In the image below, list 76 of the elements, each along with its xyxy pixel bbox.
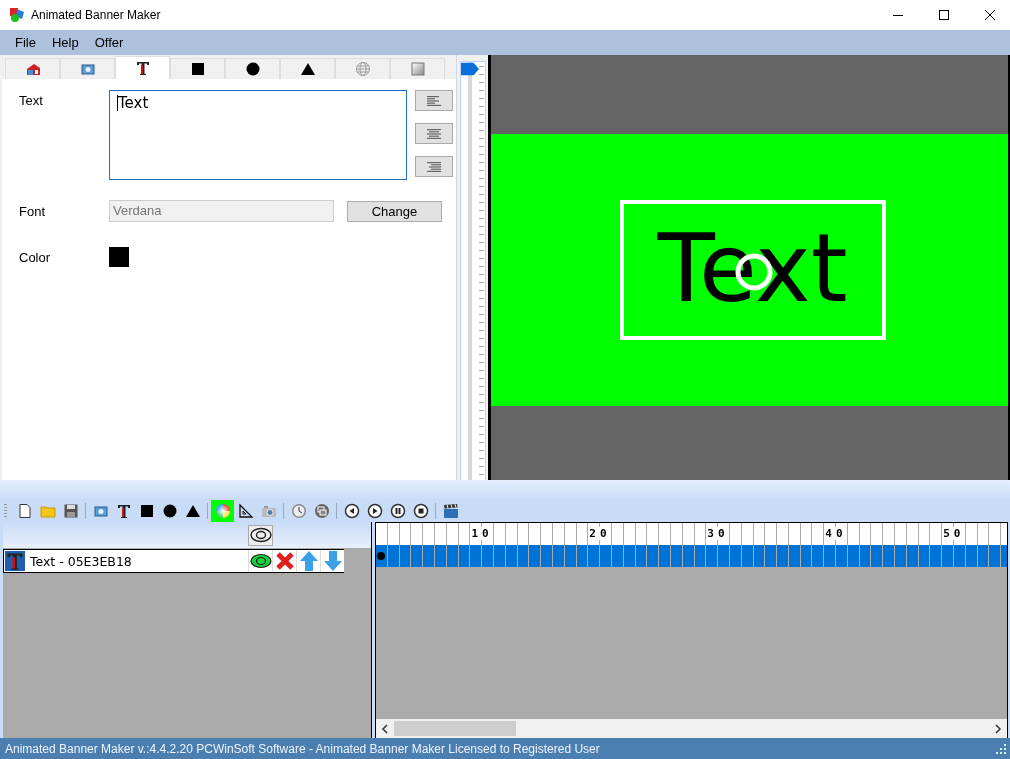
square-tab[interactable] [170, 58, 225, 79]
triangle-tab[interactable] [280, 58, 335, 79]
visibility-toggle[interactable] [248, 550, 273, 572]
down-arrow-icon [323, 551, 342, 571]
square-icon [138, 503, 155, 519]
horizontal-scrollbar[interactable] [376, 719, 1007, 738]
circle-icon [161, 503, 178, 519]
field-label: Text [19, 92, 44, 108]
align-center-button[interactable] [415, 123, 453, 144]
menu-item[interactable]: Offer [86, 35, 132, 50]
folder-icon [39, 503, 56, 519]
menu-item[interactable]: Help [43, 35, 87, 50]
field-label: Color [19, 249, 52, 265]
triangle-icon [299, 61, 316, 77]
color-wheel-icon [214, 503, 231, 519]
house-tab[interactable] [5, 58, 60, 79]
banner-text[interactable]: Text [657, 222, 848, 316]
show-all-button[interactable] [248, 524, 273, 546]
gradient-square-tab[interactable] [390, 58, 445, 79]
gradient-square-icon [409, 61, 426, 77]
align-right-icon [425, 160, 443, 173]
menu-item[interactable]: File [7, 35, 44, 50]
circle-tab[interactable] [225, 58, 280, 79]
square-icon [189, 61, 206, 77]
text-layer-icon [5, 551, 25, 571]
field-label: Font [19, 203, 46, 219]
change-button[interactable]: Change [347, 200, 442, 222]
window-title: Animated Banner Maker [31, 8, 162, 22]
selection-frame[interactable]: Text [619, 200, 886, 340]
scroll-right-icon[interactable] [993, 723, 1003, 734]
app-logo-icon [9, 7, 25, 23]
clapperboard-icon [442, 503, 459, 519]
delete-button[interactable] [272, 550, 297, 572]
clock-icon [290, 503, 307, 519]
camera-icon [260, 503, 277, 519]
slider-thumb[interactable] [461, 62, 479, 76]
up-arrow-icon [299, 551, 318, 571]
picture-icon [79, 61, 96, 77]
align-right-button[interactable] [415, 156, 453, 177]
picture-tab[interactable] [60, 58, 115, 79]
play-icon [366, 503, 383, 519]
frame-cell[interactable] [376, 545, 388, 567]
move-up-button[interactable] [296, 550, 321, 572]
zoom-slider[interactable] [460, 61, 486, 481]
resize-grip-icon[interactable] [996, 743, 1006, 754]
text-input[interactable]: Text [109, 90, 407, 180]
house-icon [24, 61, 41, 77]
layers-icon [313, 503, 330, 519]
align-left-icon [425, 94, 443, 107]
rotation-handle-icon[interactable] [733, 252, 774, 292]
move-down-button[interactable] [320, 550, 345, 572]
pause-icon [389, 503, 406, 519]
keyframe-dot[interactable] [377, 552, 386, 560]
status-text: Animated Banner Maker v.:4.4.2.20 PCWinSoft Software - Animated Banner Maker Licensed to Registered User [5, 741, 600, 756]
new-file-icon [16, 503, 33, 519]
text-tool-icon [115, 503, 132, 519]
maximize-icon[interactable] [938, 9, 950, 21]
eye-icon [249, 527, 272, 543]
scrollbar-thumb[interactable] [394, 721, 516, 736]
font-field: Verdana [109, 200, 334, 222]
triangle-icon [184, 503, 201, 519]
cross-icon [274, 551, 295, 571]
previous-icon [343, 503, 360, 519]
text-tool-icon [134, 60, 151, 76]
scroll-left-icon[interactable] [380, 723, 390, 734]
color-swatch[interactable] [109, 247, 129, 267]
globe-icon [354, 61, 371, 77]
text-tool-tab[interactable] [115, 56, 170, 79]
close-icon[interactable] [984, 9, 996, 21]
eye-icon [249, 553, 272, 569]
stop-icon [412, 503, 429, 519]
align-left-button[interactable] [415, 90, 453, 111]
circle-icon [244, 61, 261, 77]
align-center-icon [425, 127, 443, 140]
color-wheel-button[interactable] [211, 500, 234, 522]
picture-icon [92, 503, 109, 519]
